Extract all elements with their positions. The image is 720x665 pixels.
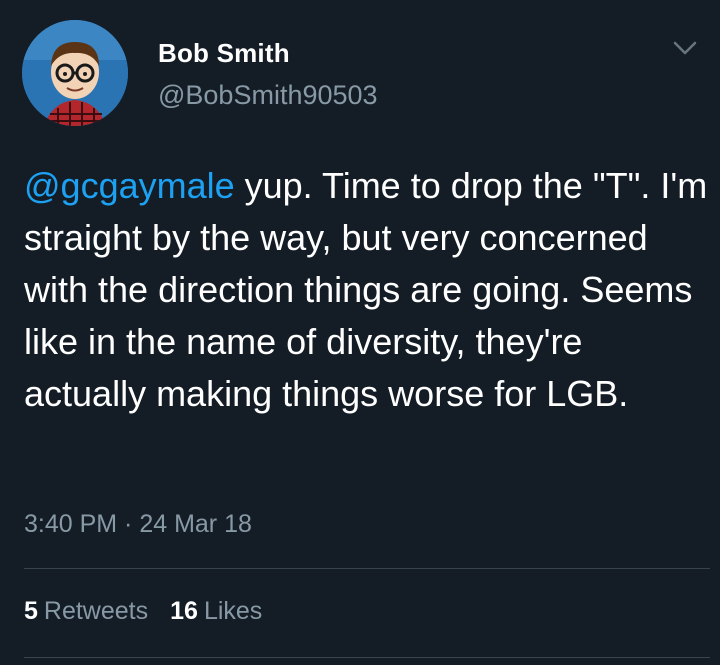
user-handle[interactable]: @BobSmith90503 xyxy=(158,80,378,111)
chevron-down-icon[interactable] xyxy=(672,38,698,58)
retweets-label: Retweets xyxy=(43,597,149,625)
likes-stat[interactable]: 16 Likes xyxy=(170,597,262,626)
divider xyxy=(24,568,710,569)
tweet-time: 3:40 PM xyxy=(24,510,118,538)
tweet-stats: 5 Retweets 16 Likes xyxy=(24,597,284,626)
tweet-card: Bob Smith @BobSmith90503 @gcgaymale yup.… xyxy=(0,0,720,665)
likes-count: 16 xyxy=(170,597,198,625)
cartoon-avatar-icon xyxy=(22,20,128,126)
divider xyxy=(24,657,710,658)
avatar[interactable] xyxy=(22,20,128,126)
retweets-count: 5 xyxy=(24,597,38,625)
tweet-timestamp[interactable]: 3:40 PM · 24 Mar 18 xyxy=(24,510,252,539)
retweets-stat[interactable]: 5 Retweets xyxy=(24,597,148,626)
mention-link[interactable]: @gcgaymale xyxy=(24,165,235,206)
display-name[interactable]: Bob Smith xyxy=(158,38,290,69)
likes-label: Likes xyxy=(203,597,263,625)
tweet-text: @gcgaymale yup. Time to drop the "T". I'… xyxy=(24,160,714,420)
timestamp-separator: · xyxy=(117,510,140,538)
tweet-date: 24 Mar 18 xyxy=(139,510,252,538)
